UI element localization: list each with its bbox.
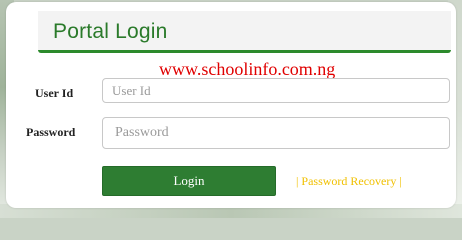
watermark-text: www.schoolinfo.com.ng: [159, 59, 336, 79]
user-id-input[interactable]: [102, 78, 450, 103]
page-title: Portal Login: [53, 20, 168, 43]
login-button[interactable]: Login: [102, 166, 276, 196]
user-id-label: User Id: [35, 86, 74, 100]
login-header: Portal Login: [38, 11, 451, 53]
password-recovery-link[interactable]: | Password Recovery |: [296, 174, 402, 189]
password-input[interactable]: [102, 117, 450, 149]
password-label: Password: [26, 125, 76, 139]
login-panel: Portal Login www.schoolinfo.com.ng User …: [6, 2, 456, 208]
